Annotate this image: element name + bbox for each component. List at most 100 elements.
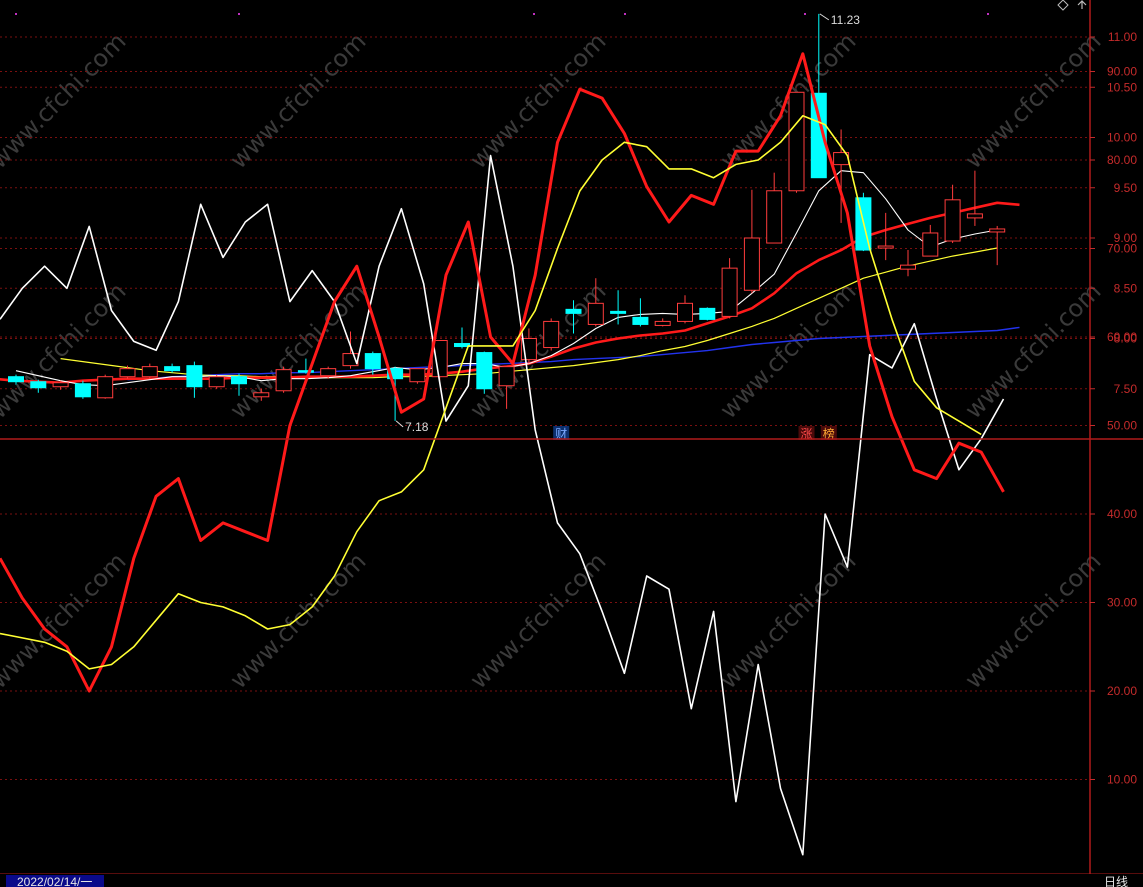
candle-body-down (74, 383, 91, 398)
candle-body-up (989, 228, 1006, 233)
watermark-text: www.cfchi.com (0, 27, 131, 174)
candle[interactable] (610, 290, 627, 325)
low-marker-arrow (395, 420, 404, 428)
candle-body-down (610, 310, 627, 314)
bottom-date-bar: 2022/02/14/一 日线 (0, 874, 1143, 887)
candle[interactable] (654, 318, 671, 327)
candle-body-down (454, 343, 470, 348)
candle-body-down (30, 381, 47, 389)
candle[interactable] (186, 361, 203, 398)
candle-body-up (52, 382, 69, 388)
candle-body-up (922, 232, 939, 257)
candle-body-up (966, 213, 983, 219)
watermark-text: www.cfchi.com (0, 277, 131, 424)
indicator-tick-label: 20.00 (1107, 684, 1137, 698)
indicator-tick-label: 10.00 (1107, 773, 1137, 787)
candle-body-up (498, 366, 515, 387)
stock-chart[interactable]: www.cfchi.com www.cfchi.com www.cfchi.com w… (0, 0, 1143, 887)
candle[interactable] (922, 224, 939, 257)
candle[interactable] (164, 363, 181, 373)
period-label[interactable]: 日线 (1104, 875, 1128, 887)
candle[interactable] (677, 295, 693, 324)
candle[interactable] (454, 327, 470, 349)
watermark-text: www.cfchi.com (464, 547, 611, 694)
candle[interactable] (989, 225, 1006, 266)
candle[interactable] (743, 189, 760, 294)
candle[interactable] (208, 374, 225, 389)
price-tick-label: 9.50 (1114, 181, 1138, 195)
high-price-label: 11.23 (831, 13, 860, 27)
top-marker-dot (533, 13, 535, 15)
candle-body-up (119, 368, 136, 378)
candle-body-up (677, 302, 693, 322)
candle[interactable] (119, 365, 136, 379)
candle-body-up (275, 369, 292, 392)
candle-body-up (208, 376, 225, 388)
candle[interactable] (97, 374, 114, 399)
candle-body-up (141, 366, 158, 378)
watermark-text: www.cfchi.com (224, 547, 371, 694)
candle-body-up (743, 237, 760, 291)
candle[interactable] (74, 380, 91, 399)
candle-body-up (944, 199, 961, 242)
candle[interactable] (476, 351, 493, 394)
candle-body-up (587, 302, 604, 325)
indicator-panel[interactable] (0, 52, 1005, 856)
candle-body-down (364, 353, 381, 370)
high-marker-arrow (819, 13, 830, 21)
candle-body-down (565, 308, 582, 314)
candle-body-down (186, 365, 203, 388)
candle[interactable] (632, 298, 649, 327)
candle-body-up (543, 320, 560, 349)
top-marker-dot (238, 13, 240, 15)
candle-body-down (164, 366, 181, 372)
indicator-tick-label: 60.00 (1107, 330, 1137, 344)
grid-lines (0, 36, 1090, 780)
candle-body-down (231, 376, 247, 385)
candle-body-down (476, 352, 493, 390)
top-marker-dot (15, 13, 17, 15)
price-tick-label: 10.50 (1107, 80, 1137, 94)
diamond-icon[interactable] (1057, 0, 1069, 11)
candle-body-up (721, 267, 738, 317)
top-marker-dot (987, 13, 989, 15)
watermark-text: www.cfchi.com (714, 547, 861, 694)
candle[interactable] (766, 172, 783, 244)
candle-body-up (877, 245, 894, 249)
candle-body-up (900, 264, 916, 270)
watermark-text: www.cfchi.com (0, 547, 131, 694)
candle[interactable] (944, 184, 961, 244)
watermark-text: www.cfchi.com (959, 547, 1106, 694)
candle-body-up (320, 368, 337, 377)
watermark-text: www.cfchi.com (959, 27, 1106, 174)
candle[interactable] (877, 212, 894, 261)
candle[interactable] (721, 258, 738, 319)
candle-body-up (253, 392, 270, 398)
candle[interactable] (275, 366, 292, 393)
indicator-tick-label: 40.00 (1107, 507, 1137, 521)
candle[interactable] (141, 363, 158, 379)
arrow-up-icon[interactable] (1077, 0, 1087, 9)
price-tick-label: 11.00 (1108, 30, 1137, 44)
candle-body-down (699, 307, 716, 320)
low-price-label: 7.18 (405, 420, 429, 434)
candle[interactable] (699, 307, 716, 321)
indicator-tick-label: 80.00 (1107, 153, 1137, 167)
indicator-tick-label: 50.00 (1107, 419, 1137, 433)
candle[interactable] (900, 250, 916, 277)
top-marker-dot (804, 13, 806, 15)
chart-frame (0, 0, 1143, 875)
candle[interactable] (788, 91, 805, 193)
price-panel[interactable]: 11.237.18财涨榜 (0, 13, 1020, 441)
price-tick-label: 10.00 (1107, 131, 1137, 145)
candle[interactable] (409, 368, 426, 384)
candle[interactable] (543, 318, 560, 351)
candle[interactable] (966, 170, 983, 226)
candle-body-down (632, 316, 649, 325)
indicator-tick-label: 90.00 (1107, 65, 1137, 79)
watermark-text: www.cfchi.com (959, 277, 1106, 424)
top-marker-dot (624, 13, 626, 15)
watermark-text: www.cfchi.com (464, 277, 611, 424)
price-tick-label: 8.50 (1114, 281, 1138, 295)
ma5-line (15, 170, 998, 387)
